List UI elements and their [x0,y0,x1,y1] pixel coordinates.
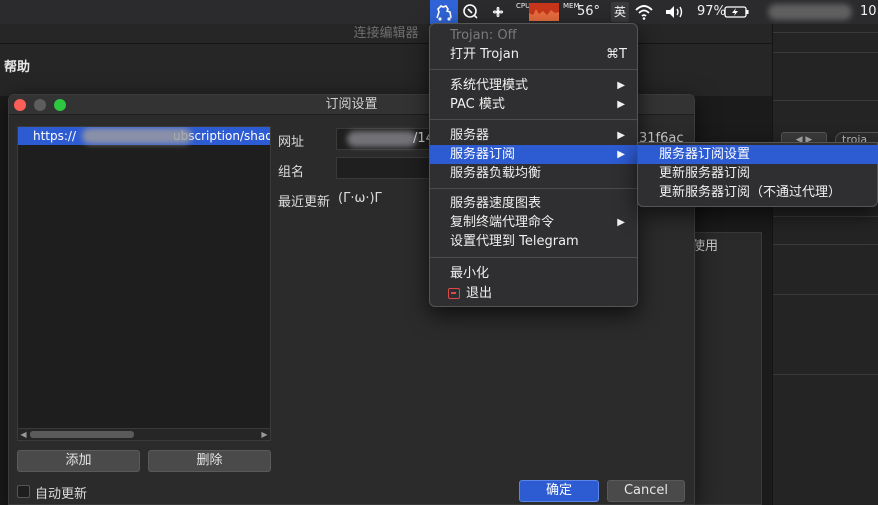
menu-item-label: 服务器订阅 [450,147,516,162]
scroll-left-icon[interactable]: ◀ [18,429,29,440]
updated-value: (Γ·ω·)Γ [338,191,382,206]
submenu-arrow-icon: ▶ [617,80,625,91]
clock: 10: [860,4,878,19]
menu-item-servers[interactable]: 服务器 ▶ [430,126,637,145]
scrollbar-thumb[interactable] [30,431,134,438]
usage-label: 使用 [692,239,719,254]
submenu-arrow-icon: ▶ [617,217,625,228]
menu-item-copy-terminal-proxy[interactable]: 复制终端代理命令 ▶ [430,213,637,232]
delete-button[interactable]: 删除 [148,450,271,472]
subscription-list[interactable]: https://ubscription/shad [17,126,271,432]
menu-separator [430,119,637,120]
submenu-arrow-icon: ▶ [617,99,625,110]
menu-separator [430,69,637,70]
menu-item-label: 退出 [466,286,493,301]
horizontal-scrollbar[interactable]: ◀ ▶ [17,428,271,441]
wifi-icon[interactable] [634,0,654,24]
submenu-arrow-icon: ▶ [617,130,625,141]
menu-item-load-balance[interactable]: 服务器负载均衡 [430,164,637,183]
trojan-horse-icon[interactable] [430,0,458,24]
redacted-url [82,128,192,144]
trojan-tray-menu: Trojan: Off 打开 Trojan ⌘T 系统代理模式 ▶ PAC 模式… [429,23,638,307]
shortcut-label: ⌘T [606,47,627,62]
connection-editor-window: 连接编辑器 帮助 [0,24,772,96]
quit-icon [448,288,460,299]
menu-item-minimize[interactable]: 最小化 [430,264,637,283]
side-panel: ◀ ▶ troja [772,24,878,505]
url-label: 网址 [278,135,305,150]
redacted-url [347,131,417,147]
submenu-item-update-subscription[interactable]: 更新服务器订阅 [638,164,878,183]
trojan-horse-icon [436,5,452,21]
menu-item-open-trojan[interactable]: 打开 Trojan ⌘T [430,45,637,64]
menu-item-system-proxy-mode[interactable]: 系统代理模式 ▶ [430,76,637,95]
updated-label: 最近更新 [278,195,331,210]
help-menu[interactable]: 帮助 [4,56,30,75]
menu-bar: CPU MEM 56° 英 97% 10: [0,0,878,24]
menu-separator [430,257,637,258]
menu-item-telegram-proxy[interactable]: 设置代理到 Telegram [430,232,637,251]
battery-percent: 97% [697,4,726,19]
subscription-submenu: 服务器订阅设置 更新服务器订阅 更新服务器订阅（不通过代理） [637,142,878,207]
cpu-graph-icon[interactable] [529,3,559,21]
menu-item-label: PAC 模式 [450,97,505,112]
group-input[interactable] [336,157,436,179]
ime-icon[interactable]: 英 [611,2,629,22]
menu-separator [430,188,637,189]
background-pane [692,232,762,505]
qv-icon[interactable] [462,0,480,24]
group-label: 组名 [278,165,305,180]
window-title: 连接编辑器 [0,24,772,44]
url-start: https:// [33,129,77,143]
submenu-item-update-no-proxy[interactable]: 更新服务器订阅（不通过代理） [638,183,878,202]
fan-icon[interactable] [489,0,507,24]
weather-text[interactable]: 56° [577,0,600,24]
menu-item-label: 服务器 [450,128,490,143]
menu-item-label: 复制终端代理命令 [450,215,555,230]
menu-item-quit[interactable]: 退出 [430,284,637,303]
cancel-button[interactable]: Cancel [607,480,685,502]
battery-icon[interactable] [724,0,750,24]
ok-button[interactable]: 确定 [519,480,599,502]
submenu-item-subscription-settings[interactable]: 服务器订阅设置 [638,145,878,164]
scroll-right-icon[interactable]: ▶ [259,429,270,440]
menu-item-speed-chart[interactable]: 服务器速度图表 [430,194,637,213]
redacted-username [768,4,852,20]
menu-item-pac-mode[interactable]: PAC 模式 ▶ [430,95,637,114]
submenu-arrow-icon: ▶ [617,149,625,160]
menu-item-server-subscription[interactable]: 服务器订阅 ▶ [430,145,637,164]
auto-update-label: 自动更新 [35,487,88,502]
menu-item-label: 系统代理模式 [450,78,529,93]
add-button[interactable]: 添加 [17,450,140,472]
auto-update-checkbox[interactable] [17,485,30,498]
volume-icon[interactable] [664,0,686,24]
menu-item-label: 打开 Trojan [450,47,519,62]
menu-item-status: Trojan: Off [450,28,517,43]
